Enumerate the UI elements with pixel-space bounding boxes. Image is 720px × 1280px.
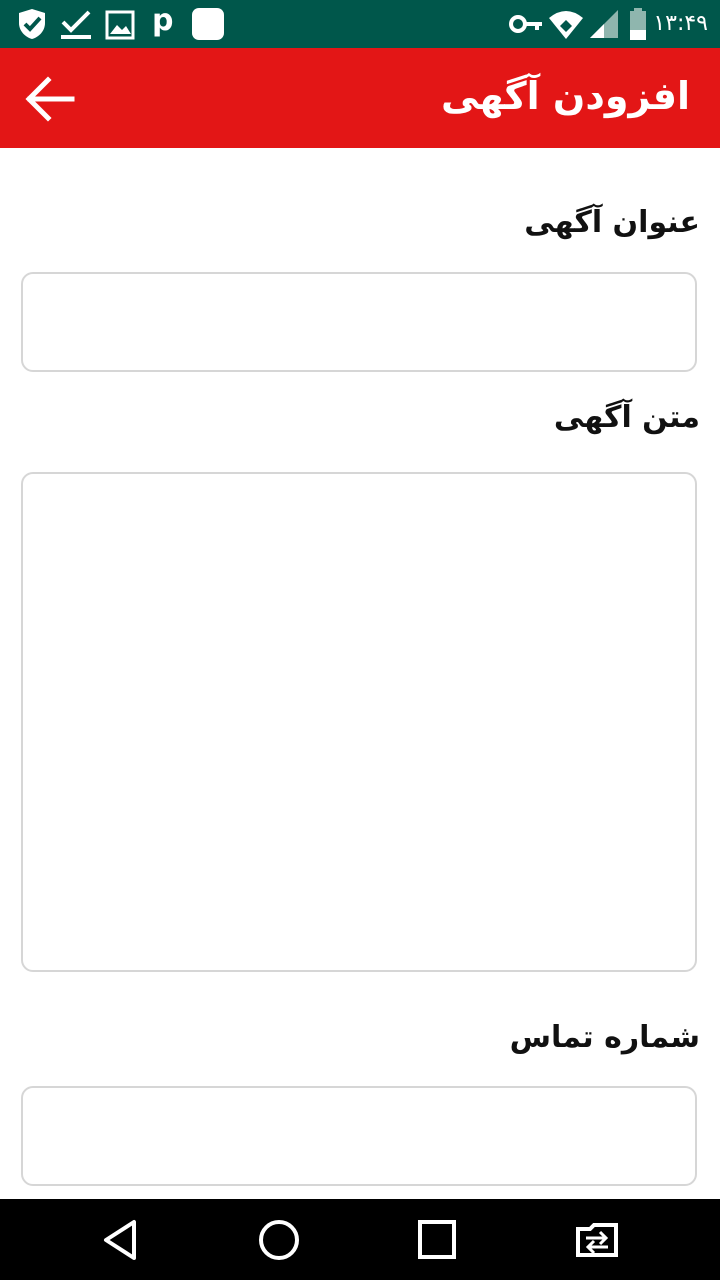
shield-check-icon xyxy=(19,9,45,39)
ad-body-label: متن آگهی xyxy=(553,400,700,435)
ad-title-label: عنوان آگهی xyxy=(524,205,700,240)
recents-square-icon[interactable] xyxy=(414,1217,460,1263)
phone-input[interactable] xyxy=(21,1086,697,1186)
ad-body-textarea[interactable] xyxy=(21,472,697,972)
status-bar: p ۱۳:۴۹ xyxy=(0,0,720,48)
battery-icon xyxy=(630,8,646,40)
vpn-key-icon xyxy=(509,15,542,33)
status-time: ۱۳:۴۹ xyxy=(653,11,708,36)
ad-title-input[interactable] xyxy=(21,272,697,372)
app-square-icon xyxy=(192,8,224,40)
signal-icon xyxy=(590,10,618,38)
svg-text:p: p xyxy=(152,6,173,38)
app-bar: افزودن آگهی xyxy=(0,48,720,148)
phone-label: شماره تماس xyxy=(509,1020,700,1055)
p-letter-icon: p xyxy=(152,6,173,38)
page-title: افزودن آگهی xyxy=(441,74,690,118)
arrow-left-icon[interactable] xyxy=(20,70,78,128)
image-icon xyxy=(105,10,135,40)
home-circle-icon[interactable] xyxy=(256,1217,302,1263)
switch-app-icon[interactable] xyxy=(572,1217,622,1263)
back-triangle-icon[interactable] xyxy=(98,1217,144,1263)
download-done-icon xyxy=(61,10,91,39)
wifi-icon xyxy=(549,11,583,39)
navigation-bar xyxy=(0,1199,720,1280)
